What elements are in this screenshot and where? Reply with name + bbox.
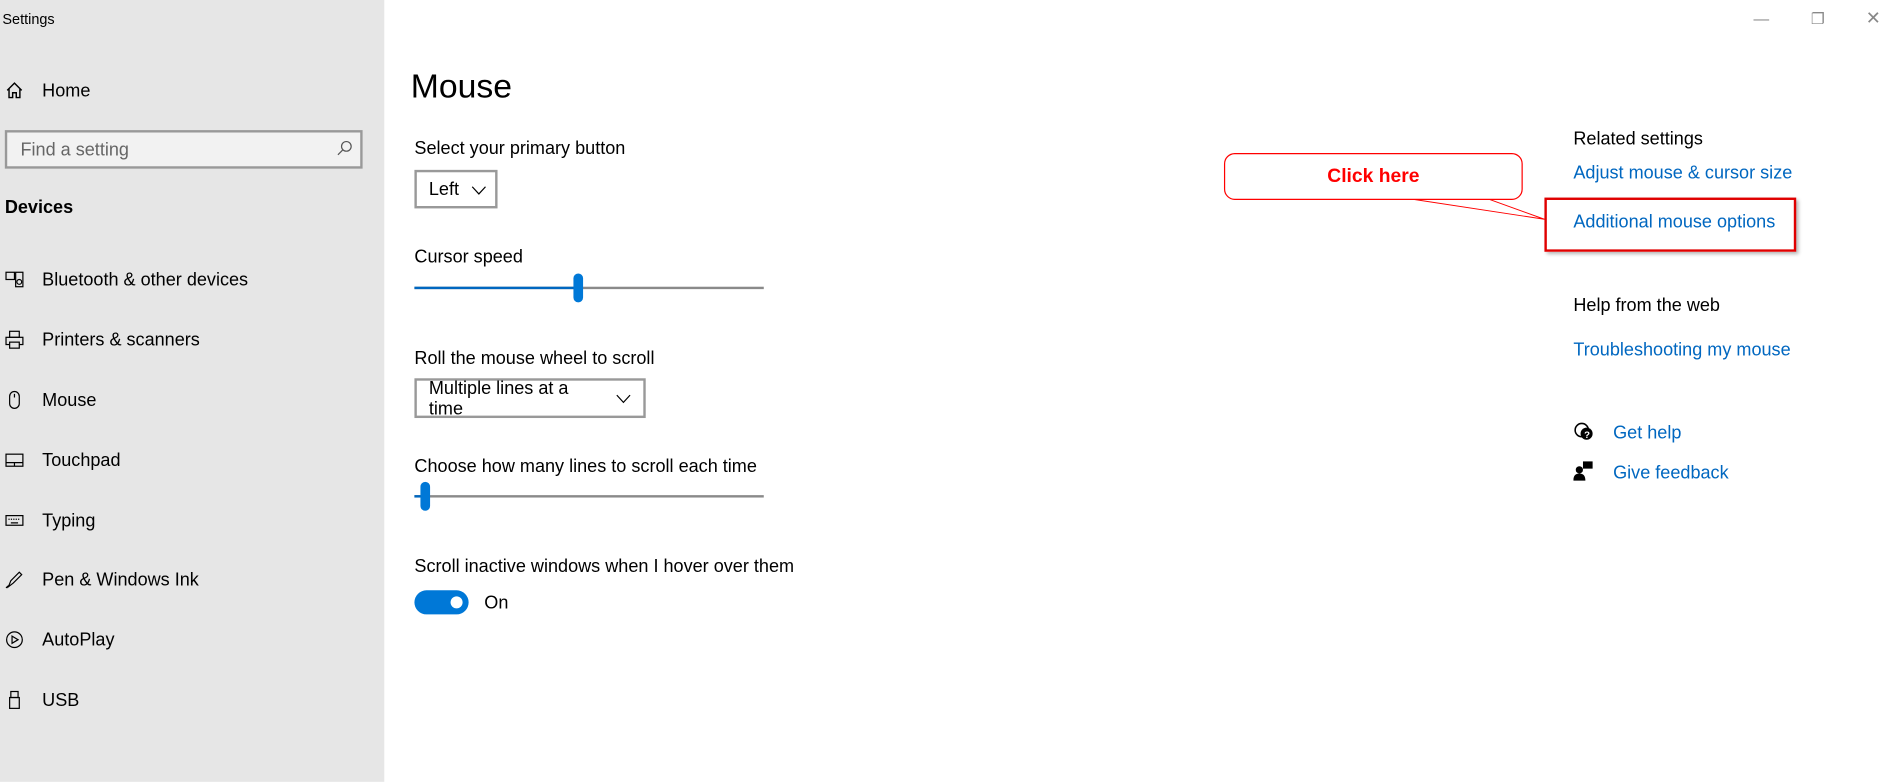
related-heading: Related settings: [1573, 128, 1703, 150]
pen-icon: [5, 570, 24, 589]
sidebar-item-label: AutoPlay: [42, 629, 115, 650]
inactive-label: Scroll inactive windows when I hover ove…: [414, 556, 795, 578]
search-placeholder: Find a setting: [20, 139, 129, 161]
sidebar-item-bluetooth-other-devices[interactable]: Bluetooth & other devices: [0, 258, 384, 301]
sidebar-item-label: Typing: [42, 510, 96, 531]
page-title: Mouse: [410, 67, 513, 105]
sidebar-item-label: Printers & scanners: [42, 329, 200, 350]
sidebar-item-pen-windows-ink[interactable]: Pen & Windows Ink: [0, 558, 384, 601]
lines-label: Choose how many lines to scroll each tim…: [414, 456, 757, 478]
touchpad-icon: [5, 451, 24, 470]
sidebar-item-label: USB: [42, 689, 80, 711]
toggle-knob: [450, 596, 463, 609]
click-here-callout: Click here: [1223, 152, 1523, 200]
chevron-down-icon: [471, 179, 487, 199]
autoplay-icon: [5, 630, 24, 649]
give-feedback-link[interactable]: Give feedback: [1613, 463, 1729, 483]
lines-slider[interactable]: [414, 481, 764, 511]
callout-text: Click here: [1327, 165, 1420, 187]
search-input[interactable]: Find a setting: [4, 130, 363, 169]
sidebar-item-autoplay[interactable]: AutoPlay: [0, 618, 384, 661]
sidebar-item-usb[interactable]: USB: [0, 678, 384, 721]
slider-fill: [414, 286, 579, 290]
get-help-link[interactable]: Get help: [1613, 423, 1681, 443]
troubleshooting-link[interactable]: Troubleshooting my mouse: [1573, 340, 1790, 360]
feedback-icon: [1573, 460, 1595, 488]
slider-track: [414, 495, 764, 498]
close-button[interactable]: ✕: [1864, 7, 1883, 28]
minimize-button[interactable]: —: [1752, 10, 1771, 29]
sidebar-home[interactable]: Home: [0, 69, 384, 112]
primary-button-label: Select your primary button: [414, 138, 626, 160]
window-title: Settings: [2, 10, 55, 28]
cursor-speed-slider[interactable]: [414, 273, 764, 303]
additional-mouse-options-link[interactable]: Additional mouse options: [1573, 212, 1775, 232]
toggle-state: On: [484, 592, 509, 614]
cursor-speed-label: Cursor speed: [414, 246, 523, 268]
search-icon: [337, 140, 352, 156]
printer-icon: [5, 330, 24, 349]
adjust-cursor-link[interactable]: Adjust mouse & cursor size: [1573, 163, 1792, 183]
sidebar-item-label: Mouse: [42, 389, 97, 411]
inactive-toggle[interactable]: [414, 590, 469, 615]
chevron-down-icon: [616, 388, 632, 408]
svg-text:?: ?: [1584, 430, 1590, 441]
sidebar-item-label: Bluetooth & other devices: [42, 269, 249, 290]
wheel-label: Roll the mouse wheel to scroll: [414, 348, 655, 369]
sidebar-item-typing[interactable]: Typing: [0, 499, 384, 542]
get-help-icon: ?: [1573, 422, 1595, 450]
primary-button-value: Left: [428, 178, 460, 200]
bluetooth-devices-icon: [5, 270, 24, 289]
sidebar-item-mouse[interactable]: Mouse: [0, 378, 384, 421]
home-icon: [5, 81, 24, 100]
mouse-icon: [5, 390, 24, 409]
wheel-value: Multiple lines at a time: [428, 377, 569, 419]
sidebar-item-label: Pen & Windows Ink: [42, 569, 199, 590]
usb-icon: [5, 690, 24, 709]
restore-button[interactable]: ❐: [1808, 10, 1827, 29]
keyboard-icon: [5, 511, 24, 530]
home-label: Home: [42, 80, 91, 101]
wheel-dropdown[interactable]: Multiple lines at a time: [414, 377, 646, 419]
sidebar-item-label: Touchpad: [42, 449, 121, 471]
section-heading: Devices: [4, 197, 74, 219]
sidebar: Settings Home Find a setting Devices Blu…: [0, 0, 385, 782]
sidebar-item-printers-scanners[interactable]: Printers & scanners: [0, 318, 384, 361]
slider-thumb[interactable]: [573, 273, 584, 303]
primary-button-dropdown[interactable]: Left: [414, 169, 498, 209]
help-heading: Help from the web: [1573, 295, 1720, 316]
sidebar-item-touchpad[interactable]: Touchpad: [0, 439, 384, 482]
slider-thumb[interactable]: [420, 481, 430, 511]
